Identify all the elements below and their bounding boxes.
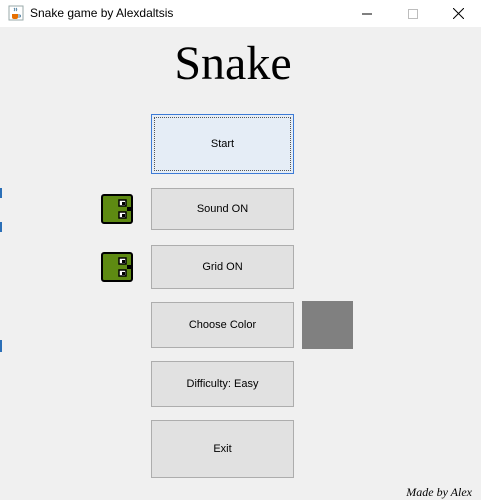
game-title: Snake — [174, 37, 292, 90]
sound-toggle-button[interactable]: Sound ON — [151, 188, 294, 230]
snake-head-icon — [101, 194, 133, 224]
maximize-icon — [408, 8, 418, 19]
start-button[interactable]: Start — [151, 114, 294, 174]
minimize-button[interactable] — [344, 0, 390, 27]
sound-toggle-label: Sound ON — [196, 203, 249, 215]
maximize-button[interactable] — [390, 0, 436, 27]
exit-label: Exit — [213, 443, 232, 455]
difficulty-label: Difficulty: Easy — [186, 378, 259, 390]
window-edge-highlight — [0, 222, 2, 232]
difficulty-button[interactable]: Difficulty: Easy — [151, 361, 294, 407]
snake-head-icon — [101, 252, 133, 282]
grid-toggle-label: Grid ON — [202, 261, 243, 273]
close-icon — [452, 8, 464, 19]
window-edge-highlight — [0, 340, 2, 352]
minimize-icon — [362, 13, 372, 14]
window-title: Snake game by Alexdaltsis — [30, 6, 174, 20]
java-cup-icon — [8, 5, 24, 21]
close-button[interactable] — [435, 0, 481, 27]
choose-color-label: Choose Color — [188, 319, 257, 331]
grid-toggle-button[interactable]: Grid ON — [151, 245, 294, 289]
choose-color-button[interactable]: Choose Color — [151, 302, 294, 348]
window-edge-highlight — [0, 188, 2, 198]
start-button-label: Start — [210, 138, 235, 150]
title-bar: Snake game by Alexdaltsis — [0, 0, 481, 27]
color-preview-swatch — [302, 301, 353, 349]
exit-button[interactable]: Exit — [151, 420, 294, 478]
